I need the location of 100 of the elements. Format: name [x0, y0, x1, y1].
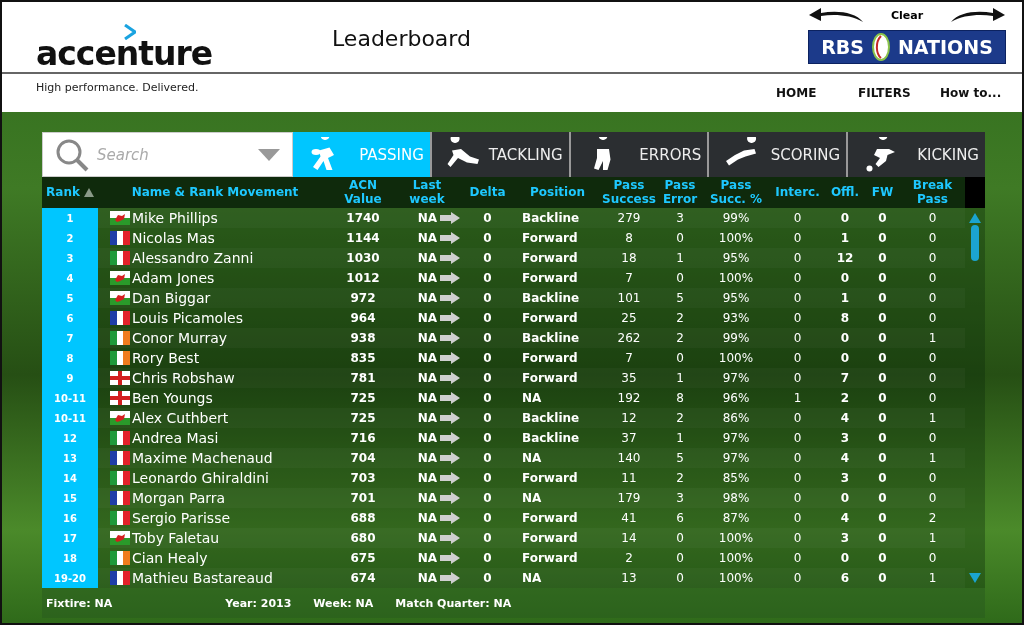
column-header[interactable]: Pass Succ. %	[702, 178, 770, 207]
nav-link[interactable]: How to...	[940, 84, 1022, 102]
table-cell: 0	[928, 431, 937, 445]
column-header[interactable]: Name & Rank Movement	[98, 185, 332, 200]
table-cell: 0	[878, 491, 887, 505]
column-header[interactable]: Pass Success	[600, 178, 658, 207]
table-cell: Forward	[522, 351, 578, 365]
table-cell: 0	[878, 551, 887, 565]
table-cell: 0	[840, 351, 850, 365]
rank-cell: 10-11	[42, 388, 98, 408]
arrow-right-icon	[440, 512, 460, 524]
table-cell: 7	[840, 371, 850, 385]
column-header[interactable]: Delta	[460, 185, 515, 200]
table-cell: 0	[793, 231, 802, 245]
table-cell: 0	[878, 391, 887, 405]
rank-cell: 17	[42, 528, 98, 548]
column-header[interactable]: Break Pass	[900, 178, 965, 207]
table-cell: 964	[350, 311, 376, 325]
table-cell: Forward	[522, 271, 578, 285]
nav-link[interactable]: HOME	[776, 84, 858, 102]
table-cell: 179	[617, 491, 641, 505]
table-cell: 95%	[722, 251, 750, 265]
column-header[interactable]: ACN Value	[332, 178, 394, 207]
rank-cell: 8	[42, 348, 98, 368]
rank-cell: 7	[42, 328, 98, 348]
table-cell: 12	[621, 411, 637, 425]
column-header[interactable]: Pass Error	[658, 178, 702, 207]
rank-cell: 9	[42, 368, 98, 388]
flag-icon	[110, 231, 130, 245]
table-cell: 8	[625, 231, 633, 245]
table-cell: 8	[840, 311, 850, 325]
table-cell: 1030	[346, 251, 380, 265]
player-name: Alex Cuthbert	[132, 410, 229, 426]
table-cell: 0	[878, 571, 887, 585]
rank-cell: 10-11	[42, 408, 98, 428]
dropdown-caret-icon[interactable]	[258, 148, 280, 161]
table-cell: 0	[878, 531, 887, 545]
table-cell: 13	[621, 571, 637, 585]
flag-icon	[110, 311, 130, 325]
nav-link[interactable]: FILTERS	[858, 84, 940, 102]
table-cell: NA	[417, 531, 437, 545]
table-cell: 0	[483, 211, 492, 225]
arrow-right-icon	[440, 212, 460, 224]
table-cell: 0	[878, 311, 887, 325]
arrow-right-icon	[440, 572, 460, 584]
table-cell: 0	[878, 451, 887, 465]
table-cell: Forward	[522, 311, 578, 325]
table-cell: NA	[417, 451, 437, 465]
table-cell: 1	[928, 411, 937, 425]
arrow-right-icon	[440, 392, 460, 404]
table-cell: 192	[617, 391, 641, 405]
table-cell: 100%	[718, 231, 754, 245]
table-cell: NA	[417, 551, 437, 565]
table-cell: 0	[483, 451, 492, 465]
table-cell: 1	[840, 231, 850, 245]
table-cell: 835	[350, 351, 376, 365]
sort-icon[interactable]	[83, 188, 94, 197]
search-field[interactable]: Search	[42, 132, 293, 177]
arrow-right-icon	[440, 372, 460, 384]
category-tab[interactable]: TACKLING	[429, 132, 569, 177]
table-cell: 972	[350, 291, 376, 305]
table-cell: 2	[676, 311, 684, 325]
table-cell: 680	[350, 531, 376, 545]
table-cell: 0	[878, 371, 887, 385]
column-header[interactable]: Last week	[394, 178, 460, 207]
table-cell: 0	[840, 271, 850, 285]
category-tab[interactable]: KICKING	[846, 132, 985, 177]
table-cell: 97%	[722, 431, 750, 445]
table-cell: 0	[928, 491, 937, 505]
table-cell: 0	[676, 351, 684, 365]
table-cell: 18	[621, 251, 637, 265]
arrow-right-icon	[440, 492, 460, 504]
column-header[interactable]: Position	[515, 185, 600, 200]
scroll-down-icon[interactable]	[969, 573, 981, 583]
table-cell: 0	[840, 211, 850, 225]
table-cell: 0	[483, 571, 492, 585]
clear-button[interactable]: Clear	[890, 8, 924, 22]
table-cell: 0	[793, 451, 802, 465]
table-cell: 0	[928, 471, 937, 485]
scroll-up-icon[interactable]	[969, 213, 981, 223]
table-cell: 716	[350, 431, 376, 445]
arrow-right-icon	[440, 312, 460, 324]
sponsor-logo: RBS NATIONS	[808, 30, 1006, 64]
arrow-right-icon	[440, 432, 460, 444]
player-name: Chris Robshaw	[132, 370, 235, 386]
table-cell: NA	[417, 371, 437, 385]
table-cell: 98%	[722, 491, 750, 505]
column-header[interactable]: FW	[865, 185, 900, 200]
category-tab[interactable]: ERRORS	[568, 132, 708, 177]
column-header[interactable]: Offl.	[825, 185, 865, 200]
category-tab[interactable]: SCORING	[707, 132, 847, 177]
column-header[interactable]: Interc.	[770, 185, 825, 200]
flag-icon	[110, 431, 130, 445]
table-cell: 97%	[722, 451, 750, 465]
search-field[interactable]: Search	[95, 144, 252, 165]
column-header[interactable]: Rank	[46, 185, 80, 200]
table-cell: 0	[878, 331, 887, 345]
scrollbar-thumb[interactable]	[971, 225, 979, 261]
table-cell: 0	[928, 231, 937, 245]
player-name: Sergio Parisse	[132, 510, 231, 526]
